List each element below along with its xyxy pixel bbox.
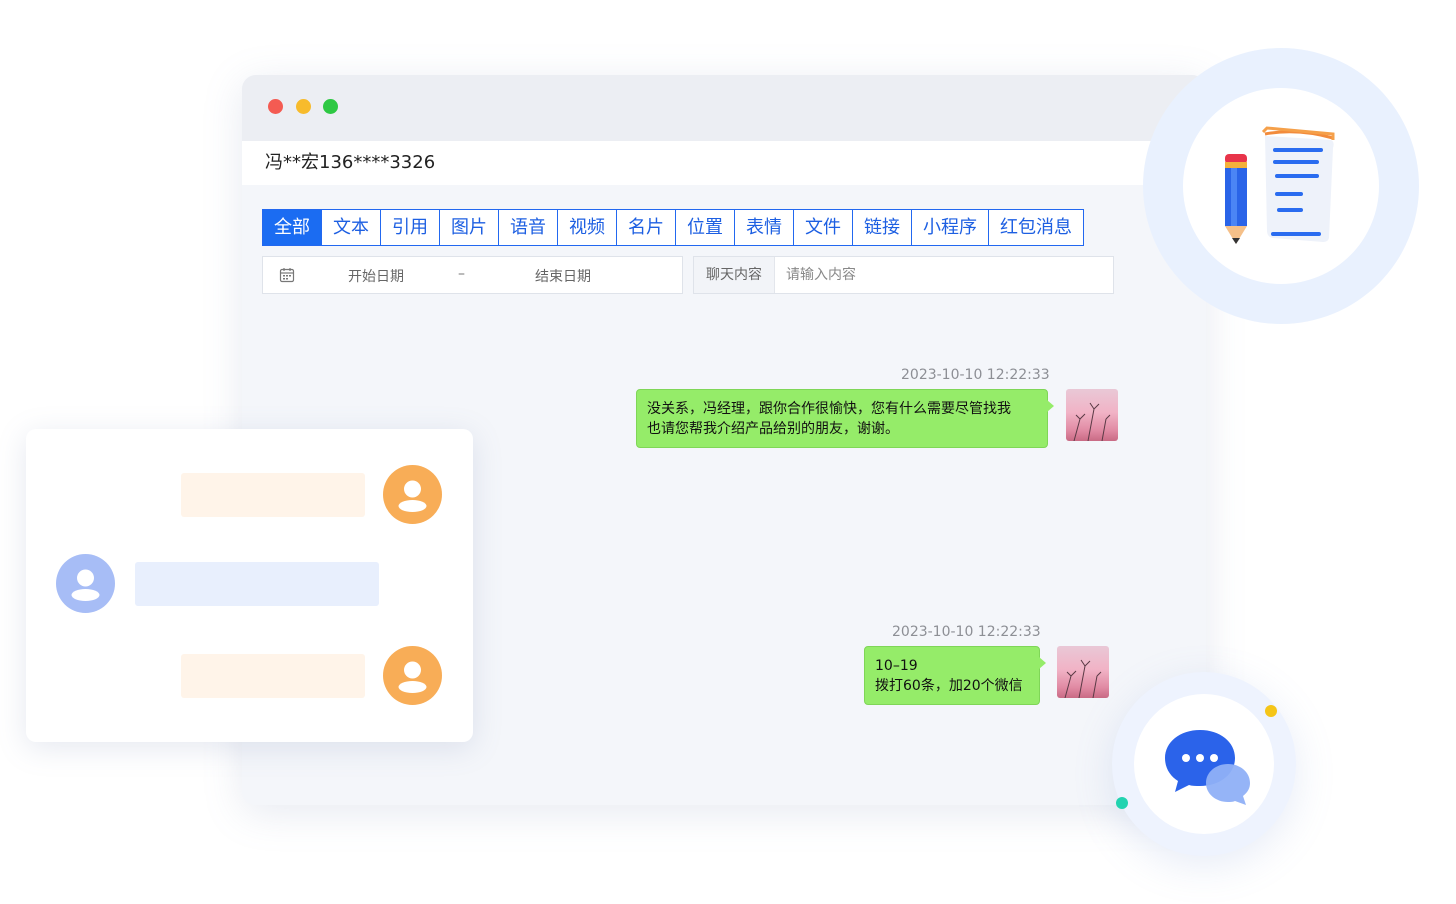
maximize-window-button[interactable] — [323, 99, 338, 114]
date-range-picker[interactable]: 开始日期 – 结束日期 — [262, 256, 683, 294]
tab-mini-program[interactable]: 小程序 — [912, 210, 989, 245]
notes-pencil-icon — [1225, 126, 1335, 244]
tab-location[interactable]: 位置 — [676, 210, 735, 245]
contact-title: 冯**宏136****3326 — [242, 141, 1206, 185]
user-avatar — [383, 646, 442, 705]
message-timestamp: 2023-10-10 12:22:33 — [901, 367, 1050, 383]
chat-content-label: 聊天内容 — [694, 257, 775, 293]
placeholder-bubble — [181, 473, 365, 517]
chat-content-search: 聊天内容 — [693, 256, 1114, 294]
placeholder-bubble — [135, 562, 379, 606]
message-timestamp: 2023-10-10 12:22:33 — [892, 624, 1041, 640]
date-separator: – — [458, 266, 465, 282]
user-icon — [398, 661, 427, 693]
chat-content-input[interactable] — [775, 257, 1113, 293]
notes-badge — [1143, 48, 1419, 324]
decor-dot-teal — [1116, 797, 1128, 809]
tab-quote[interactable]: 引用 — [381, 210, 440, 245]
user-avatar — [383, 465, 442, 524]
tab-file[interactable]: 文件 — [794, 210, 853, 245]
close-window-button[interactable] — [268, 99, 283, 114]
calendar-icon — [279, 268, 295, 283]
chat-badge-inner — [1134, 694, 1274, 834]
message-text-line: 没关系，冯经理，跟你合作很愉快，您有什么需要尽管找我 — [647, 401, 1011, 417]
message-bubble[interactable]: 10–19 拨打60条，加20个微信 — [864, 646, 1046, 705]
message-type-tabs: 全部 文本 引用 图片 语音 视频 名片 位置 表情 文件 链接 小程序 红包消… — [262, 209, 1084, 246]
end-date-field[interactable]: 结束日期 — [535, 266, 591, 286]
message-text-line: 10–19 — [875, 658, 918, 674]
tab-video[interactable]: 视频 — [558, 210, 617, 245]
tab-link[interactable]: 链接 — [853, 210, 912, 245]
chat-illustration-card — [26, 429, 473, 742]
avatar-scenery — [1073, 402, 1111, 441]
avatar-scenery — [1064, 659, 1102, 698]
user-icon — [71, 569, 100, 601]
user-avatar — [56, 554, 115, 613]
tab-voice[interactable]: 语音 — [499, 210, 558, 245]
user-icon — [398, 480, 427, 512]
chat-badge — [1112, 672, 1296, 856]
tab-text[interactable]: 文本 — [322, 210, 381, 245]
sender-avatar[interactable] — [1057, 646, 1109, 698]
sender-avatar[interactable] — [1066, 389, 1118, 441]
tab-card[interactable]: 名片 — [617, 210, 676, 245]
tab-red-packet[interactable]: 红包消息 — [989, 210, 1083, 245]
placeholder-bubble — [181, 654, 365, 698]
message-bubble[interactable]: 没关系，冯经理，跟你合作很愉快，您有什么需要尽管找我 也请您帮我介绍产品给别的朋… — [636, 389, 1054, 448]
tab-all[interactable]: 全部 — [263, 210, 322, 245]
chat-bubbles-icon — [1165, 730, 1250, 805]
decor-dot-yellow — [1265, 705, 1277, 717]
minimize-window-button[interactable] — [296, 99, 311, 114]
notes-badge-inner — [1183, 88, 1379, 284]
message-text-line: 拨打60条，加20个微信 — [875, 678, 1023, 694]
tab-emoji[interactable]: 表情 — [735, 210, 794, 245]
start-date-field[interactable]: 开始日期 — [348, 266, 404, 286]
tab-image[interactable]: 图片 — [440, 210, 499, 245]
message-text-line: 也请您帮我介绍产品给别的朋友，谢谢。 — [647, 421, 899, 437]
window-titlebar — [242, 75, 1206, 141]
